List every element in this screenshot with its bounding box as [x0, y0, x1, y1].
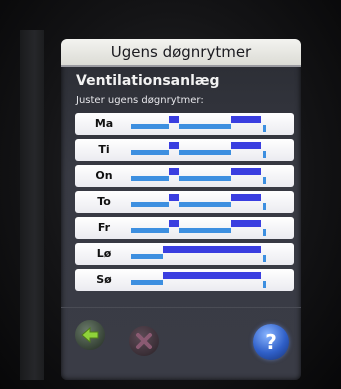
device-bezel-edge	[20, 30, 44, 380]
instruction-text: Juster ugens døgnrytmer:	[76, 95, 204, 106]
cancel-button[interactable]	[129, 326, 159, 356]
day-row-ma[interactable]: Ma	[75, 113, 294, 135]
day-label: Sø	[96, 273, 112, 286]
svg-text:?: ?	[265, 330, 277, 354]
day-label: Lø	[96, 247, 112, 260]
schedule-bar-workday	[131, 220, 266, 236]
day-label: Fr	[97, 221, 111, 234]
question-icon: ?	[265, 330, 277, 354]
day-row-fr[interactable]: Fr	[75, 217, 294, 239]
section-heading: Ventilationsanlæg	[76, 73, 220, 89]
day-label: On	[95, 169, 113, 182]
day-label: To	[97, 195, 111, 208]
schedule-bar-workday	[131, 194, 266, 210]
arrow-left-icon	[81, 326, 99, 344]
close-icon	[136, 333, 152, 349]
schedule-bar-workday	[131, 168, 266, 184]
day-label: Ma	[94, 117, 114, 130]
schedule-bar-weekend	[131, 272, 266, 288]
schedule-bar-weekend	[131, 246, 266, 262]
device-screen: Ugens døgnrytmer Ventilationsanlæg Juste…	[61, 39, 301, 380]
schedule-bar-workday	[131, 116, 266, 132]
day-row-ti[interactable]: Ti	[75, 139, 294, 161]
day-schedule-list: Ma Ti On To Fr Lø Sø	[75, 113, 294, 295]
help-button[interactable]: ?	[253, 324, 289, 360]
day-label: Ti	[98, 143, 110, 156]
schedule-bar-workday	[131, 142, 266, 158]
page-title: Ugens døgnrytmer	[110, 43, 252, 61]
back-button[interactable]	[75, 320, 105, 350]
day-row-on[interactable]: On	[75, 165, 294, 187]
day-row-so[interactable]: Sø	[75, 269, 294, 291]
day-row-lo[interactable]: Lø	[75, 243, 294, 265]
day-row-to[interactable]: To	[75, 191, 294, 213]
bottom-toolbar: ?	[61, 307, 301, 380]
title-bar: Ugens døgnrytmer	[61, 39, 301, 67]
